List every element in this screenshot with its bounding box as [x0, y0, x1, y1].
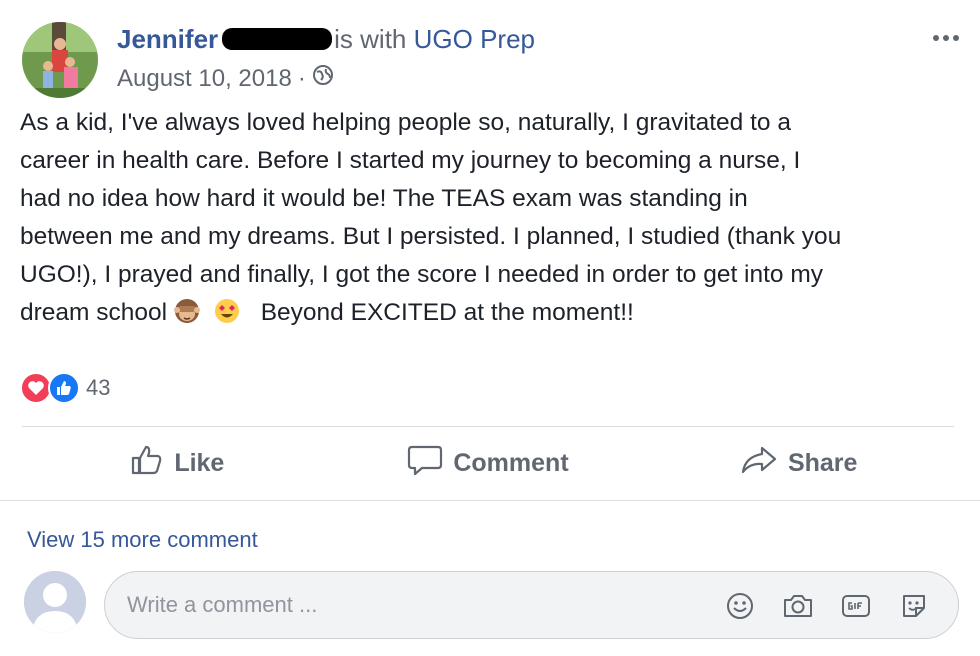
comment-icon — [407, 444, 443, 483]
share-label: Share — [787, 448, 858, 477]
comment-label: Comment — [453, 448, 569, 477]
reactions-summary[interactable]: 43 — [20, 372, 110, 404]
like-icon — [130, 444, 164, 483]
body-line: had no idea how hard it would be! The TE… — [20, 185, 748, 212]
author-name[interactable]: Jennifer — [117, 24, 218, 54]
like-label: Like — [174, 448, 225, 477]
with-text: is with — [334, 24, 407, 54]
divider — [0, 500, 980, 501]
heart-eyes-emoji-icon — [213, 297, 241, 325]
post-meta: August 10, 2018 · — [117, 64, 334, 93]
comment-composer — [104, 571, 959, 639]
body-line: UGO!), I prayed and finally, I got the s… — [20, 261, 824, 288]
emoji-icon[interactable] — [724, 590, 756, 622]
like-button[interactable]: Like — [22, 427, 333, 499]
post-actions: Like Comment Share — [22, 427, 954, 499]
share-icon — [740, 445, 778, 482]
see-no-evil-monkey-icon — [173, 297, 201, 325]
globe-icon — [312, 64, 334, 93]
comment-input[interactable] — [127, 572, 687, 638]
comment-button[interactable]: Comment — [333, 427, 644, 499]
body-tail: Beyond EXCITED at the moment!! — [260, 299, 634, 326]
body-line: between me and my dreams. But I persiste… — [20, 223, 842, 250]
user-avatar — [24, 571, 86, 633]
body-line: As a kid, I've always loved helping peop… — [20, 109, 791, 136]
more-icon — [933, 35, 939, 41]
post-date[interactable]: August 10, 2018 — [117, 65, 292, 93]
author-avatar[interactable] — [22, 22, 98, 98]
post-body: As a kid, I've always loved helping peop… — [20, 104, 970, 332]
thumbs-up-icon — [48, 372, 80, 404]
share-button[interactable]: Share — [643, 427, 954, 499]
body-last-line: dream school Beyond EXCITED at the momen… — [20, 294, 970, 332]
meta-separator: · — [297, 64, 306, 92]
body-line: career in health care. Before I started … — [20, 147, 801, 174]
gif-icon[interactable] — [840, 590, 872, 622]
post-header: Jennifer is with UGO Prep — [117, 24, 535, 55]
tagged-page-link[interactable]: UGO Prep — [414, 24, 535, 54]
view-more-comments-link[interactable]: View 15 more comment — [27, 527, 258, 553]
comment-tools — [724, 590, 930, 622]
more-options-button[interactable] — [928, 26, 964, 50]
redaction-mark — [222, 28, 333, 50]
body-line: dream school — [20, 299, 168, 326]
camera-icon[interactable] — [782, 590, 814, 622]
sticker-icon[interactable] — [898, 590, 930, 622]
reaction-count: 43 — [86, 375, 111, 400]
